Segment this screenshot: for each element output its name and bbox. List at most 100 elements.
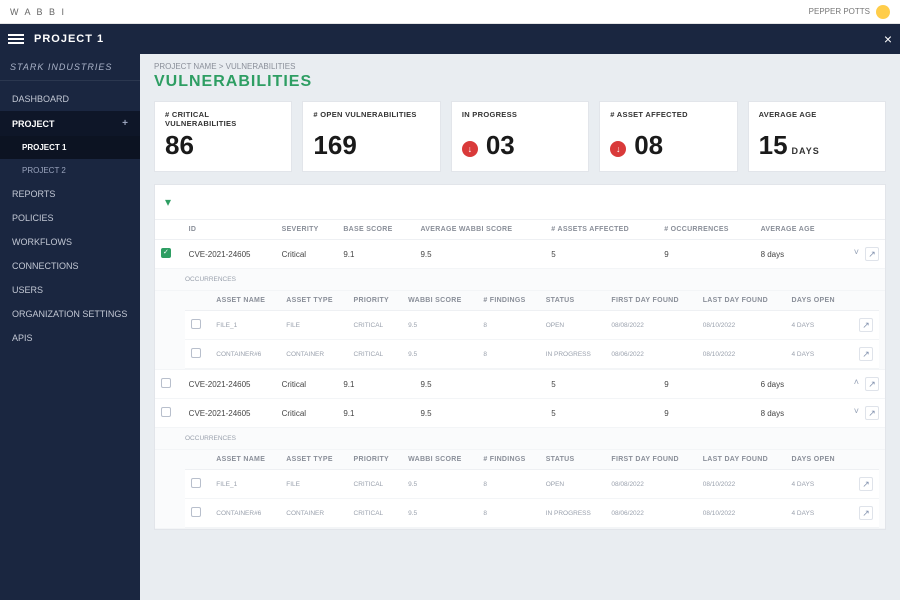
occurrence-row[interactable]: container#6ContainerCritical9.58IN PROGR…	[185, 340, 879, 369]
sub-col-header[interactable]: FIRST DAY FOUND	[605, 450, 696, 470]
row-checkbox[interactable]	[191, 348, 201, 358]
plus-icon[interactable]: +	[122, 118, 128, 129]
col-header[interactable]	[838, 220, 885, 240]
row-checkbox[interactable]	[161, 248, 171, 258]
sub-col-header[interactable]	[185, 450, 210, 470]
sub-col-header[interactable]: ASSET TYPE	[280, 291, 347, 311]
kpi-cards: # CRITICAL VULNERABILITIES86# OPEN VULNE…	[140, 101, 900, 184]
sidebar-item-label: REPORTS	[12, 189, 55, 199]
col-header[interactable]: # ASSETS AFFECTED	[545, 220, 658, 240]
open-external-icon[interactable]: ↗	[859, 318, 873, 332]
sidebar-item-users[interactable]: USERS	[0, 278, 140, 302]
open-external-icon[interactable]: ↗	[865, 247, 879, 261]
sub-col-header[interactable]: STATUS	[540, 291, 606, 311]
sidebar-item-reports[interactable]: REPORTS	[0, 182, 140, 206]
sub-col-header[interactable]: # FINDINGS	[477, 450, 539, 470]
expand-icon[interactable]: ˅	[854, 406, 859, 420]
occurrences-label: OCCURRENCES	[155, 428, 885, 450]
sub-col-header[interactable]: DAYS OPEN	[786, 450, 850, 470]
sub-col-header[interactable]: FIRST DAY FOUND	[605, 291, 696, 311]
page-title: VULNERABILITIES	[140, 73, 900, 101]
sub-col-header[interactable]: ASSET NAME	[210, 450, 280, 470]
kpi-card: # CRITICAL VULNERABILITIES86	[154, 101, 292, 172]
sidebar-item-label: DASHBOARD	[12, 94, 69, 104]
sub-col-header[interactable]: PRIORITY	[348, 291, 403, 311]
sub-col-header[interactable]: WABBI SCORE	[402, 450, 477, 470]
table-row[interactable]: CVE-2021-24605Critical9.19.5596 days˄↗	[155, 370, 885, 399]
col-header[interactable]: AVERAGE AGE	[755, 220, 838, 240]
kpi-card: # ASSET AFFECTED↓08	[599, 101, 737, 172]
sub-col-header[interactable]: LAST DAY FOUND	[697, 291, 786, 311]
kpi-card: IN PROGRESS↓03	[451, 101, 589, 172]
sidebar-item-organization-settings[interactable]: ORGANIZATION SETTINGS	[0, 302, 140, 326]
filter-icon[interactable]: ▾	[165, 195, 171, 209]
sidebar-item-label: PROJECT 1	[22, 143, 66, 152]
sub-col-header[interactable]: ASSET TYPE	[280, 450, 347, 470]
col-header[interactable]: AVERAGE WABBI SCORE	[414, 220, 545, 240]
brand-logo: W A B B I	[10, 7, 66, 17]
sub-col-header[interactable]	[185, 291, 210, 311]
page-context-title: PROJECT 1	[34, 33, 104, 45]
sidebar-item-label: POLICIES	[12, 213, 54, 223]
occurrence-row[interactable]: file_1FileCritical9.58OPEN08/08/202208/1…	[185, 311, 879, 340]
sidebar: STARK INDUSTRIES DASHBOARD PROJECT+ PROJEC…	[0, 54, 140, 600]
kpi-value: 15DAYS	[759, 130, 875, 161]
sidebar-item-connections[interactable]: CONNECTIONS	[0, 254, 140, 278]
kpi-label: IN PROGRESS	[462, 110, 578, 128]
close-icon[interactable]: ×	[884, 31, 892, 47]
breadcrumb: PROJECT NAME > VULNERABILITIES	[140, 54, 900, 73]
expand-icon[interactable]: ˅	[854, 247, 859, 261]
main-content: PROJECT NAME > VULNERABILITIES VULNERABI…	[140, 54, 900, 600]
kpi-label: AVERAGE AGE	[759, 110, 875, 128]
kpi-label: # CRITICAL VULNERABILITIES	[165, 110, 281, 128]
sidebar-item-label: USERS	[12, 285, 43, 295]
col-header[interactable]	[155, 220, 183, 240]
occurrence-row[interactable]: file_1FileCritical9.58OPEN08/08/202208/1…	[185, 470, 879, 499]
row-checkbox[interactable]	[191, 478, 201, 488]
sidebar-item-apis[interactable]: APIS	[0, 326, 140, 350]
menu-icon[interactable]	[8, 34, 24, 44]
table-row[interactable]: CVE-2021-24605Critical9.19.5598 days˅↗	[155, 399, 885, 428]
user-menu[interactable]: PEPPER POTTS	[809, 5, 890, 19]
vuln-table: IDSEVERITYBASE SCOREAVERAGE WABBI SCORE#…	[155, 220, 885, 529]
row-checkbox[interactable]	[191, 507, 201, 517]
col-header[interactable]: ID	[183, 220, 276, 240]
panel-toolbar: ▾	[155, 185, 885, 220]
avatar	[876, 5, 890, 19]
sub-col-header[interactable]	[849, 291, 879, 311]
open-external-icon[interactable]: ↗	[859, 477, 873, 491]
sidebar-item-project[interactable]: PROJECT+	[0, 111, 140, 136]
sub-col-header[interactable]: ASSET NAME	[210, 291, 280, 311]
nav-list: DASHBOARD PROJECT+ PROJECT 1 PROJECT 2 REPOR…	[0, 81, 140, 356]
top-bar: W A B B I PEPPER POTTS	[0, 0, 900, 24]
row-checkbox[interactable]	[191, 319, 201, 329]
row-checkbox[interactable]	[161, 407, 171, 417]
title-bar: PROJECT 1 ×	[0, 24, 900, 54]
open-external-icon[interactable]: ↗	[865, 406, 879, 420]
col-header[interactable]: SEVERITY	[276, 220, 338, 240]
sub-col-header[interactable]: LAST DAY FOUND	[697, 450, 786, 470]
sidebar-item-label: CONNECTIONS	[12, 261, 79, 271]
sidebar-item-workflows[interactable]: WORKFLOWS	[0, 230, 140, 254]
row-checkbox[interactable]	[161, 378, 171, 388]
sub-col-header[interactable]	[849, 450, 879, 470]
col-header[interactable]: BASE SCORE	[337, 220, 414, 240]
table-row[interactable]: CVE-2021-24605Critical9.19.5598 days˅↗	[155, 240, 885, 269]
occurrences-label: OCCURRENCES	[155, 269, 885, 291]
sub-col-header[interactable]: DAYS OPEN	[786, 291, 850, 311]
sub-col-header[interactable]: STATUS	[540, 450, 606, 470]
open-external-icon[interactable]: ↗	[859, 347, 873, 361]
sidebar-item-project-1[interactable]: PROJECT 1	[0, 136, 140, 159]
col-header[interactable]: # OCCURRENCES	[658, 220, 754, 240]
sidebar-item-dashboard[interactable]: DASHBOARD	[0, 87, 140, 111]
org-brand: STARK INDUSTRIES	[0, 54, 140, 81]
occurrence-row[interactable]: container#6ContainerCritical9.58IN PROGR…	[185, 499, 879, 528]
sub-col-header[interactable]: WABBI SCORE	[402, 291, 477, 311]
sidebar-item-project-2[interactable]: PROJECT 2	[0, 159, 140, 182]
open-external-icon[interactable]: ↗	[859, 506, 873, 520]
sub-col-header[interactable]: # FINDINGS	[477, 291, 539, 311]
expand-icon[interactable]: ˄	[854, 377, 859, 391]
sub-col-header[interactable]: PRIORITY	[348, 450, 403, 470]
sidebar-item-policies[interactable]: POLICIES	[0, 206, 140, 230]
open-external-icon[interactable]: ↗	[865, 377, 879, 391]
